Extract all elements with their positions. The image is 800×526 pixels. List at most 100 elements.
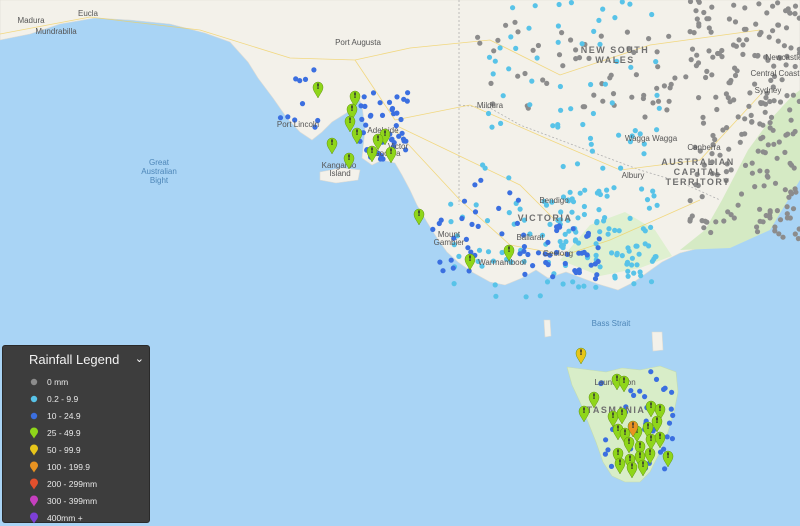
rain-dot <box>568 106 574 112</box>
rain-dot <box>770 3 776 9</box>
rain-dot <box>605 447 611 453</box>
rain-dot <box>631 270 637 276</box>
region-label: CAPITAL <box>674 167 723 177</box>
rain-dot <box>535 250 542 256</box>
rain-dot <box>534 55 540 61</box>
rain-dot <box>760 122 766 128</box>
rain-dot <box>472 209 479 215</box>
rain-dot <box>555 23 562 29</box>
rain-dot <box>616 132 622 138</box>
rain-dot <box>792 11 798 17</box>
rain-dot <box>592 276 599 282</box>
rain-dot <box>362 103 368 109</box>
rain-dot <box>506 210 512 216</box>
rain-dot <box>715 50 721 57</box>
rain-dot <box>605 231 611 237</box>
legend-item-label: 300 - 399mm <box>47 495 98 506</box>
rain-dot <box>556 1 562 8</box>
rain-dot <box>550 123 556 129</box>
rain-dot <box>492 282 498 288</box>
rain-dot <box>507 190 513 196</box>
rain-dot <box>573 47 579 53</box>
region-label: TERRITORY <box>665 177 730 187</box>
rain-dot <box>495 37 501 43</box>
rain-dot <box>774 208 781 214</box>
rain-dot <box>576 55 583 61</box>
rain-dot <box>653 59 659 65</box>
rain-dot <box>475 34 481 40</box>
rain-dot <box>597 264 603 270</box>
rain-dot <box>648 224 654 230</box>
rain-dot <box>604 193 610 199</box>
rain-dot <box>732 19 739 25</box>
rain-dot <box>761 183 767 189</box>
rain-dot <box>792 186 798 192</box>
legend-item: 400mm + <box>29 509 97 526</box>
rain-dot <box>625 245 631 251</box>
rain-dot <box>506 66 512 72</box>
rain-dot <box>744 37 750 43</box>
rain-dot <box>463 236 469 242</box>
rain-dot <box>668 81 674 87</box>
rain-dot <box>710 54 716 60</box>
rain-dot <box>640 95 647 102</box>
rain-dot <box>656 105 662 111</box>
dot-marker-icon <box>30 379 38 386</box>
rain-dot <box>728 167 734 173</box>
place-label: Madura <box>17 16 45 25</box>
rain-dot <box>550 274 556 280</box>
rain-dot <box>394 94 400 100</box>
rain-dot <box>763 95 769 101</box>
chevron-down-icon[interactable]: ⌄ <box>135 352 144 365</box>
rain-dot <box>753 21 759 27</box>
rain-dot <box>760 149 766 155</box>
rain-dot <box>736 37 742 43</box>
rain-dot <box>497 45 503 51</box>
rain-dot <box>760 134 766 140</box>
rain-dot <box>772 228 778 234</box>
rain-dot <box>775 0 781 6</box>
rain-dot <box>754 224 760 230</box>
rain-dot <box>499 231 505 237</box>
rain-dot <box>493 293 499 299</box>
rain-dot <box>619 253 625 259</box>
rain-dot <box>603 437 609 443</box>
rain-dot <box>788 117 794 123</box>
rain-dot <box>669 436 676 442</box>
place-label: Albury <box>622 171 645 180</box>
legend-item-label: 0.2 - 9.9 <box>47 394 79 405</box>
rain-dot <box>758 100 764 106</box>
rain-dot <box>448 201 454 207</box>
legend-item-label: 400mm + <box>47 512 83 523</box>
water-label: Bass Strait <box>592 319 631 328</box>
rain-dot <box>740 42 746 48</box>
rain-dot <box>598 33 604 39</box>
rain-dot <box>757 206 763 212</box>
rain-dot <box>488 80 494 86</box>
rain-dot <box>544 80 550 86</box>
rain-dot <box>624 261 630 267</box>
rain-dot <box>513 45 519 52</box>
pin-marker-icon <box>30 512 38 524</box>
place-label: Port Augusta <box>335 38 381 47</box>
rain-dot <box>590 110 597 117</box>
rain-dot <box>600 6 606 12</box>
rain-dot <box>641 151 647 157</box>
rain-dot <box>526 25 532 31</box>
rain-dot <box>633 72 640 78</box>
rain-dot <box>597 229 603 235</box>
rain-dot <box>629 94 635 100</box>
rain-dot <box>575 240 582 246</box>
rain-dot <box>485 110 492 117</box>
rain-dot <box>492 58 498 64</box>
rain-dot <box>503 22 509 28</box>
place-label: Bendigo <box>539 196 569 205</box>
rain-dot <box>491 48 497 54</box>
rain-dot <box>648 279 655 285</box>
rain-dot <box>594 190 601 196</box>
legend-item-label: 50 - 99.9 <box>47 445 81 455</box>
rain-dot <box>361 94 367 100</box>
rain-dot <box>515 197 522 203</box>
rain-dot <box>783 25 790 31</box>
rain-dot <box>634 243 640 249</box>
